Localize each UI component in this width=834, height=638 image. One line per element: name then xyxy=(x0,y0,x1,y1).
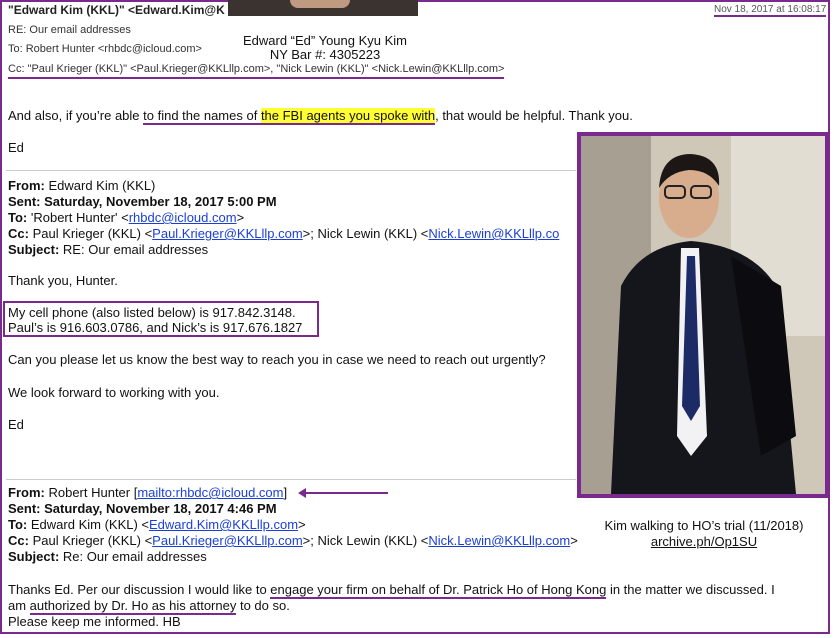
msg1-sent-value: Saturday, November 18, 2017 5:00 PM xyxy=(44,194,277,209)
caption-text: Kim walking to HO’s trial (11/2018) xyxy=(604,518,804,533)
msg2-body2-underlined: authorized by Dr. Ho as his attorney xyxy=(29,598,237,615)
msg2-cc: Cc: Paul Krieger (KKL) <Paul.Krieger@KKL… xyxy=(8,533,578,549)
msg1-greeting: Thank you, Hunter. xyxy=(8,273,118,288)
msg2-sent-value: Saturday, November 18, 2017 4:46 PM xyxy=(44,501,277,516)
msg2-cc-text: Paul Krieger (KKL) < xyxy=(32,533,153,548)
msg2-cc-label: Cc: xyxy=(8,533,29,548)
msg2-header: From: Robert Hunter [mailto:rhbdc@icloud… xyxy=(8,485,578,565)
msg2-to-text: Edward Kim (KKL) < xyxy=(30,517,149,532)
msg1-cc: Cc: Paul Krieger (KKL) <Paul.Krieger@KKL… xyxy=(8,226,559,242)
photo-caption: Kim walking to HO’s trial (11/2018) arch… xyxy=(576,518,832,550)
separator xyxy=(6,170,576,171)
msg2-to-label: To: xyxy=(8,517,28,532)
msg2-body1-underlined: engage your firm on behalf of Dr. Patric… xyxy=(270,582,607,599)
msg1-to: To: 'Robert Hunter' <rhbdc@icloud.com> xyxy=(8,210,559,226)
msg1-to-link[interactable]: rhbdc@icloud.com xyxy=(129,210,237,225)
msg1-to-text: 'Robert Hunter' < xyxy=(30,210,129,225)
msg1-to-end: > xyxy=(236,210,245,225)
msg1-cc-mid: >; Nick Lewin (KKL) < xyxy=(302,226,429,241)
msg2-sent: Sent: Saturday, November 18, 2017 4:46 P… xyxy=(8,501,578,517)
msg2-body1-start: Thanks Ed. Per our discussion I would li… xyxy=(8,582,271,597)
reply-underlined: to find the names of the FBI agents you … xyxy=(143,108,436,125)
msg2-body-line1: Thanks Ed. Per our discussion I would li… xyxy=(8,582,775,599)
header-date: Nov 18, 2017 at 16:08:17 xyxy=(714,4,827,17)
msg1-subject-label: Subject: xyxy=(8,242,60,257)
msg2-cc-link-nick[interactable]: Nick.Lewin@KKLllp.com xyxy=(428,533,570,548)
msg1-subject-value: RE: Our email addresses xyxy=(62,242,209,257)
msg2-from-text: Robert Hunter [ xyxy=(48,485,138,500)
msg2-subject: Subject: Re: Our email addresses xyxy=(8,549,578,565)
msg1-from: From: Edward Kim (KKL) xyxy=(8,178,559,194)
attorney-name: Edward “Ed” Young Kyu Kim xyxy=(242,33,408,48)
attorney-bar-number: NY Bar #: 4305223 xyxy=(269,47,381,62)
reply-line: And also, if you’re able to find the nam… xyxy=(8,108,633,125)
header-cc: Cc: "Paul Krieger (KKL)" <Paul.Krieger@K… xyxy=(8,63,505,79)
attorney-annotation: Edward “Ed” Young Kyu Kim NY Bar #: 4305… xyxy=(200,34,450,62)
msg2-to-link[interactable]: Edward.Kim@KKLllp.com xyxy=(149,517,298,532)
msg1-cc-link-paul[interactable]: Paul.Krieger@KKLllp.com xyxy=(152,226,302,241)
msg2-body2-end: to do so. xyxy=(236,598,290,613)
reply-text-end: , that would be helpful. Thank you. xyxy=(435,108,633,123)
msg1-to-label: To: xyxy=(8,210,28,225)
msg1-phone-line2: Paul’s is 916.603.0786, and Nick’s is 91… xyxy=(8,320,303,335)
msg1-from-label: From: xyxy=(8,178,45,193)
reply-underlined-text: to find the names of xyxy=(143,108,261,123)
msg2-cc-mid: >; Nick Lewin (KKL) < xyxy=(302,533,429,548)
msg2-to: To: Edward Kim (KKL) <Edward.Kim@KKLllp.… xyxy=(8,517,578,533)
separator xyxy=(6,479,576,480)
msg1-cc-label: Cc: xyxy=(8,226,29,241)
msg2-cc-link-paul[interactable]: Paul.Krieger@KKLllp.com xyxy=(152,533,302,548)
msg2-body1-end: in the matter we discussed. I xyxy=(606,582,775,597)
msg1-header: From: Edward Kim (KKL) Sent: Saturday, N… xyxy=(8,178,559,258)
msg1-signature: Ed xyxy=(8,417,24,432)
header-to: To: Robert Hunter <rhbdc@icloud.com> xyxy=(8,43,202,55)
reply-highlight: the FBI agents you spoke with xyxy=(260,108,436,123)
msg1-phone-line1: My cell phone (also listed below) is 917… xyxy=(8,305,296,320)
reply-text-start: And also, if you’re able xyxy=(8,108,144,123)
top-photo-face xyxy=(290,0,350,8)
msg2-to-end: > xyxy=(298,517,306,532)
msg1-cc-text: Paul Krieger (KKL) < xyxy=(32,226,153,241)
reply-signature: Ed xyxy=(8,140,24,155)
msg1-look-forward: We look forward to working with you. xyxy=(8,385,220,400)
header-subject: RE: Our email addresses xyxy=(8,24,131,36)
msg2-sent-label: Sent: xyxy=(8,501,41,516)
msg1-ask: Can you please let us know the best way … xyxy=(8,352,546,367)
msg2-body2-start: am xyxy=(8,598,30,613)
msg2-body-line3: Please keep me informed. HB xyxy=(8,614,181,629)
caption-archive-link[interactable]: archive.ph/Op1SU xyxy=(576,534,832,550)
kim-photo-illustration xyxy=(581,136,825,494)
header-from: "Edward Kim (KKL)" <Edward.Kim@K xyxy=(8,3,225,17)
msg2-from: From: Robert Hunter [mailto:rhbdc@icloud… xyxy=(8,485,578,501)
msg2-subject-label: Subject: xyxy=(8,549,60,564)
msg2-body-line2: am authorized by Dr. Ho as his attorney … xyxy=(8,598,290,615)
msg2-subject-value: Re: Our email addresses xyxy=(62,549,207,564)
msg1-cc-link-nick[interactable]: Nick.Lewin@KKLllp.co xyxy=(428,226,559,241)
msg2-from-end: ] xyxy=(283,485,288,500)
msg1-sent-label: Sent: xyxy=(8,194,41,209)
msg2-from-link[interactable]: mailto:rhbdc@icloud.com xyxy=(137,485,283,500)
kim-photo xyxy=(577,132,829,498)
msg1-subject: Subject: RE: Our email addresses xyxy=(8,242,559,258)
arrow-line xyxy=(302,492,388,494)
msg1-sent: Sent: Saturday, November 18, 2017 5:00 P… xyxy=(8,194,559,210)
msg2-from-label: From: xyxy=(8,485,45,500)
msg1-from-value: Edward Kim (KKL) xyxy=(48,178,156,193)
